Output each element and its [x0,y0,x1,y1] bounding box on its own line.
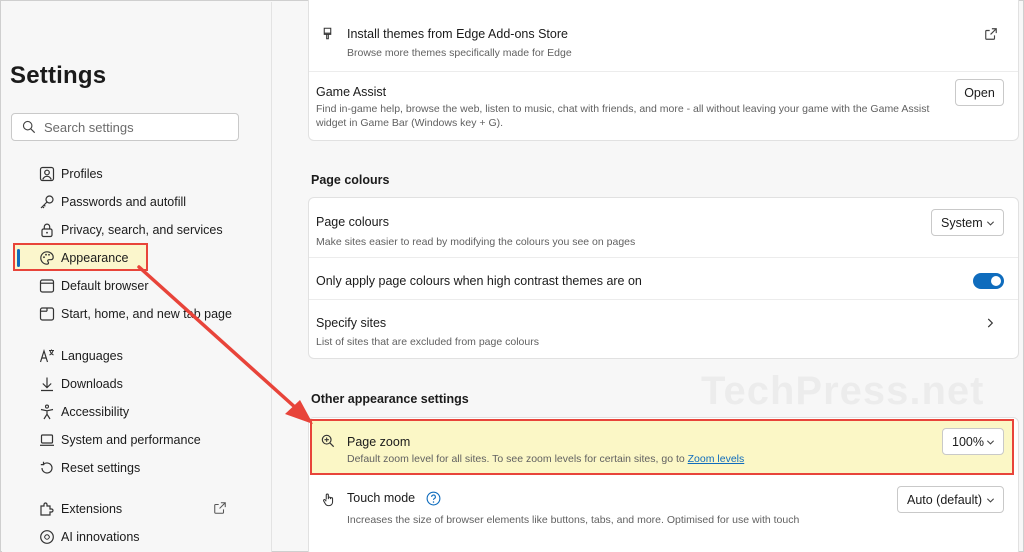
zoom-levels-link[interactable]: Zoom levels [688,453,745,465]
high-contrast-title: Only apply page colours when high contra… [316,274,642,288]
zoom-in-icon [321,434,335,448]
sidebar-item-start-home[interactable]: Start, home, and new tab page [13,301,237,327]
page-zoom-title: Page zoom [347,435,411,449]
page-colours-dropdown[interactable]: System [931,209,1004,236]
sidebar-item-label: AI innovations [61,530,140,544]
sidebar-item-passwords[interactable]: Passwords and autofill [13,189,237,215]
sidebar-item-label: Appearance [61,251,129,265]
puzzle-icon [39,501,55,517]
sidebar-item-label: Privacy, search, and services [61,223,223,237]
themes-store-title: Install themes from Edge Add-ons Store [347,27,568,41]
search-input[interactable] [44,119,224,135]
touch-mode-dropdown[interactable]: Auto (default) [897,486,1004,513]
dropdown-value: 100% [952,434,984,449]
chevron-right-icon[interactable] [986,317,995,329]
laptop-icon [39,432,55,448]
watermark: TechPress.net [701,369,985,414]
sidebar-item-extensions[interactable]: Extensions [13,496,237,522]
profile-icon [39,166,55,182]
sidebar-item-label: Downloads [61,377,123,391]
sidebar-item-label: Extensions [61,502,123,516]
high-contrast-toggle[interactable] [973,273,1004,289]
key-icon [39,194,55,210]
sidebar-item-reset[interactable]: Reset settings [13,455,237,481]
search-icon [22,120,36,134]
other-appearance-heading: Other appearance settings [311,392,469,406]
divider [309,299,1018,300]
game-assist-desc-2: widget in Game Bar (Windows key + G). [316,117,504,129]
sidebar-item-appearance[interactable]: Appearance [13,245,237,271]
specify-sites-desc: List of sites that are excluded from pag… [316,336,539,348]
sidebar-item-downloads[interactable]: Downloads [13,371,237,397]
page-colours-heading: Page colours [311,173,390,187]
sidebar-item-privacy[interactable]: Privacy, search, and services [13,217,237,243]
chevron-down-icon [986,221,995,226]
chevron-down-icon [986,440,995,445]
toggle-knob [991,276,1001,286]
divider [309,257,1018,258]
brush-icon [321,26,334,41]
home-tab-icon [39,306,55,322]
open-external-icon[interactable] [984,27,998,41]
sidebar-item-label: Passwords and autofill [61,195,187,209]
settings-window: Settings Profiles Passwords and autofill… [0,0,1024,552]
game-assist-desc-1: Find in-game help, browse the web, liste… [316,103,930,115]
game-assist-title: Game Assist [316,85,387,99]
download-icon [39,376,55,392]
divider [309,71,1018,72]
game-assist-open-button[interactable]: Open [955,79,1004,106]
palette-icon [39,250,55,266]
sidebar-item-ai-innovations[interactable]: AI innovations [13,524,237,550]
lock-icon [39,222,55,238]
sidebar-item-label: Start, home, and new tab page [61,307,232,321]
page-colours-title: Page colours [316,215,389,229]
sidebar-item-default-browser[interactable]: Default browser [13,273,237,299]
sidebar-item-languages[interactable]: Languages [13,343,237,369]
sidebar-item-label: System and performance [61,433,201,447]
sidebar-item-profiles[interactable]: Profiles [13,161,237,187]
sidebar-item-system[interactable]: System and performance [13,427,237,453]
sidebar-item-label: Accessibility [61,405,130,419]
page-zoom-desc-text: Default zoom level for all sites. To see… [347,453,685,465]
touch-mode-desc: Increases the size of browser elements l… [347,514,800,526]
chevron-down-icon [986,498,995,503]
sidebar-item-label: Profiles [61,167,103,181]
themes-store-desc: Browse more themes specifically made for… [347,47,572,59]
sidebar-item-accessibility[interactable]: Accessibility [13,399,237,425]
dropdown-value: Auto (default) [907,492,983,507]
sidebar-item-label: Default browser [61,279,149,293]
page-title: Settings [10,62,107,89]
ai-icon [39,529,55,545]
sidebar-item-label: Languages [61,349,123,363]
specify-sites-title: Specify sites [316,316,387,330]
languages-icon [39,348,55,364]
help-icon[interactable] [426,491,441,506]
open-external-icon[interactable] [213,501,227,515]
page-zoom-dropdown[interactable]: 100% [942,428,1004,455]
touch-mode-title: Touch mode [347,491,416,505]
search-box[interactable] [11,113,239,141]
sidebar-item-label: Reset settings [61,461,141,475]
touch-icon [321,492,335,507]
reset-icon [39,460,55,476]
active-indicator [17,249,20,267]
page-colours-desc: Make sites easier to read by modifying t… [316,236,636,248]
browser-icon [39,278,55,294]
accessibility-icon [39,404,55,420]
dropdown-value: System [941,215,983,230]
page-zoom-desc: Default zoom level for all sites. To see… [347,452,744,467]
